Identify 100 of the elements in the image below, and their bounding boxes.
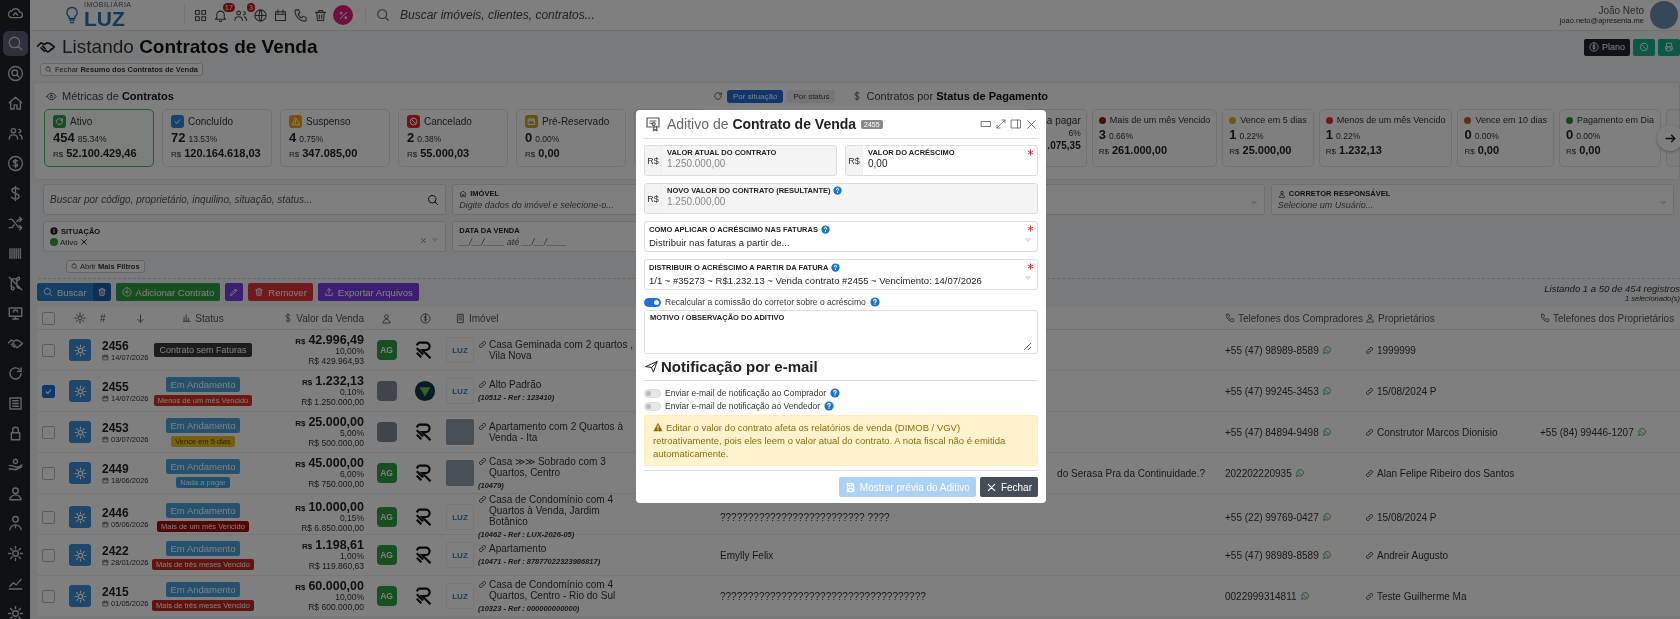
filter-label: Ativo [60,237,78,247]
commission-percent: 0,10% [339,388,364,399]
phone-number: +55 (22) 99769-0427 [1225,511,1319,523]
metric-count: 454 [53,130,75,145]
commission-percent: 1,00% [339,552,364,563]
metric-count: 72 [171,130,186,145]
page-title: Listando Contratos de Venda [62,36,318,58]
contract-total: R$ 6.850.000,00 [301,524,364,534]
metric-count: 0 [1464,127,1472,142]
contract-number: 2456 [102,338,130,353]
metric-label: Ativo [70,116,93,127]
metric-label: a pagar [1046,115,1081,126]
metric-label: Pré-Reservado [542,116,610,127]
currency-label: R$ [53,150,64,159]
agent-avatar: AG [376,463,397,483]
metric-percent: 13.53% [188,134,218,144]
sale-value: 42.996,49 [308,333,364,348]
field-placeholder: __/__/____ até __/__/____ [459,237,567,247]
metric-count: 4 [289,130,297,145]
select-value: Distribuir nas faturas a partir de... [649,237,791,248]
currency-label: R$ [295,460,306,470]
currency-label: R$ [1229,147,1240,156]
sale-value: 25.000,00 [308,415,364,430]
panel-title: Métricas de Contratos [62,90,174,102]
currency-label: R$ [289,150,300,159]
metric-percent: 85.34% [77,134,107,144]
listing-count: Listando 1 a 50 de 454 registros [1544,283,1680,294]
metric-label: Concluído [188,116,234,127]
metric-amount: .075,35 [1047,140,1081,151]
agent-avatar: AG [376,340,397,360]
metric-percent: 6% [1068,128,1081,138]
contract-total: R$ 500.000,00 [308,439,364,449]
status-badge: Contrato sem Faturas [154,343,252,357]
phone-number: +55 (47) 98989-8589 [1225,549,1319,561]
property-thumbnail: LUZ [446,504,474,530]
metric-count: 0 [1565,127,1574,142]
commission-percent: 0,15% [339,514,364,525]
currency-label: R$ [295,419,306,429]
agent-avatar: AG [376,586,397,606]
panel-title: Contratos por Status de Pagamento [866,90,1049,102]
metric-label: Vence em 10 dias [1475,115,1547,125]
currency-label: R$ [295,337,306,347]
metric-amount: 0,00 [538,147,560,159]
metric-percent: 0.38% [417,134,442,144]
currency-addon: R$ [645,146,662,175]
dialog-title: Aditivo de Contrato de Venda [667,116,857,132]
select-value: 1/1 ~ #35273 ~ R$1.232.13 ~ Venda contrato #2455 ~ Vencimento: 14/07/2026 [649,275,983,286]
metric-label: Suspenso [306,116,351,127]
metric-amount: 1.232,13 [1339,144,1382,156]
metric-count: 1 [1325,127,1334,142]
section-heading: Notificação por e-mail [661,358,818,375]
sale-value: 1.232,13 [315,374,364,389]
phone-number: +55 (47) 98989-8589 [1225,344,1319,356]
metric-amount: 25.000,00 [1242,144,1292,156]
toggle-label: Enviar e-mail de notificação ao Vendedor [665,401,820,411]
commission-percent: 10,00% [335,593,364,604]
metric-count: 1 [1229,127,1237,142]
metric-count: 2 [407,130,415,145]
sale-value: 60.000,00 [308,579,364,594]
contract-number: 2453 [102,420,130,435]
sale-value: 45.000,00 [308,456,364,471]
metric-label: Pagamento em Dia [1576,115,1654,125]
contract-total: R$ 1.250.000,00 [301,398,364,408]
contract-total: R$ 750.000,00 [308,480,364,490]
field-placeholder: Selecione um Usuário... [1277,200,1374,210]
contract-number: 2446 [102,505,130,520]
toggle-label: Enviar e-mail de notificação ao Comprador [665,388,827,398]
buyer-name: do Serasa Pra da Continuidade.? [1057,467,1206,479]
user-name: João Neto [1598,5,1644,16]
currency-label: R$ [295,583,306,593]
contract-total: R$ 600.000,00 [308,603,364,613]
currency-label: R$ [1565,147,1577,156]
currency-label: R$ [1464,147,1475,156]
metric-label: Menos de um mês Vencido [1336,115,1446,125]
phone-number: +55 (84) 99446-1207 [1540,426,1634,438]
logo-text: LUZ [84,8,126,29]
status-badge: Em Andamento [165,417,241,433]
buyer-name: ?????????????????????????? ???? [720,511,891,523]
toggle-label: Recalcular a comissão do corretor sobre o acréscimo [665,297,866,307]
contract-total: R$ 429.964,93 [308,357,364,367]
contract-number: 2455 [102,379,130,394]
metric-count: 0 [525,130,533,145]
currency-label: R$ [1098,147,1109,156]
metric-amount: 55.000,03 [420,147,470,159]
metric-percent: 0.00% [535,134,560,144]
field-placeholder: Digite dados do imóvel e selecione-o... [459,200,614,210]
metric-label: Cancelado [424,116,472,127]
commission-percent: 6,00% [339,470,364,481]
agent-avatar: AG [376,507,397,527]
status-badge: Em Andamento [165,376,241,392]
field-placeholder: Buscar por código, proprietário, inquilino, situação, status... [50,194,313,205]
currency-label: R$ [171,150,182,159]
status-badge: Em Andamento [165,540,241,556]
metric-percent: 0.00% [1474,131,1499,141]
property-thumbnail: LUZ [446,337,474,363]
property-thumbnail: LUZ [446,542,474,568]
metric-amount: 52.100.429,46 [66,147,137,159]
sale-value: 10.000,00 [308,500,364,515]
property-thumbnail: LUZ [446,583,474,609]
status-badge: Em Andamento [165,502,241,518]
